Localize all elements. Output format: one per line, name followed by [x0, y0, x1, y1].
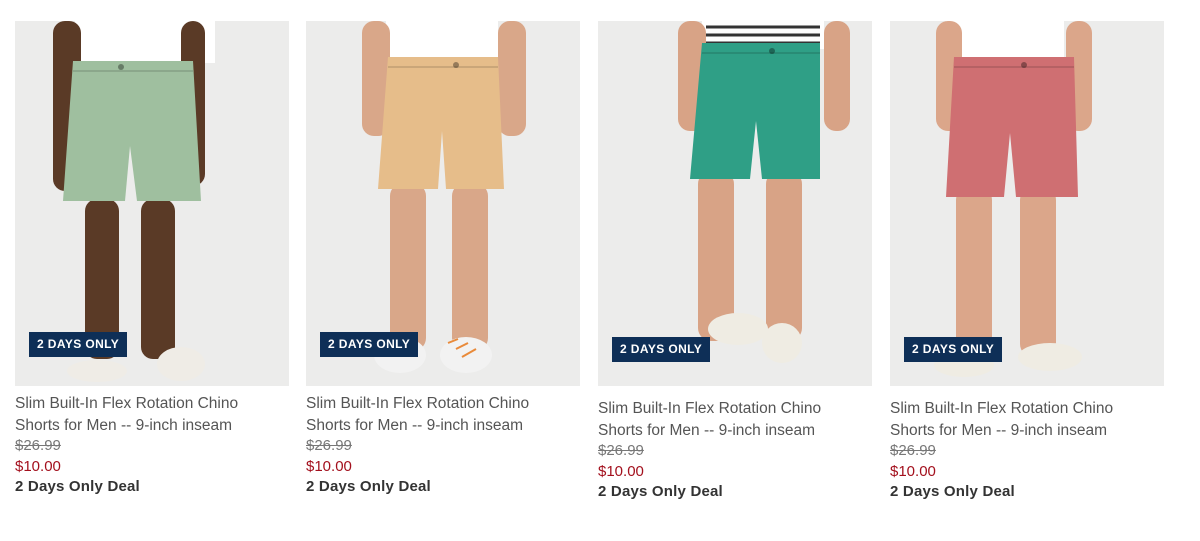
original-price: $26.99 — [598, 442, 644, 459]
sale-price: $10.00 — [598, 463, 644, 480]
product-title[interactable]: Slim Built-In Flex Rotation Chino Shorts… — [598, 398, 866, 441]
product-title[interactable]: Slim Built-In Flex Rotation Chino Shorts… — [890, 398, 1158, 441]
sale-price: $10.00 — [306, 458, 352, 475]
deal-label: 2 Days Only Deal — [15, 478, 140, 495]
product-image[interactable]: 2 DAYS ONLY — [890, 21, 1164, 386]
product-image[interactable]: 2 DAYS ONLY — [15, 21, 289, 386]
product-image[interactable]: 2 DAYS ONLY — [306, 21, 580, 386]
deal-label: 2 Days Only Deal — [890, 483, 1015, 500]
deal-label: 2 Days Only Deal — [598, 483, 723, 500]
product-title[interactable]: Slim Built-In Flex Rotation Chino Shorts… — [15, 393, 283, 436]
two-days-only-badge: 2 DAYS ONLY — [612, 337, 711, 362]
original-price: $26.99 — [15, 437, 61, 454]
sale-price: $10.00 — [890, 463, 936, 480]
two-days-only-badge: 2 DAYS ONLY — [904, 337, 1003, 362]
deal-label: 2 Days Only Deal — [306, 478, 431, 495]
two-days-only-badge: 2 DAYS ONLY — [29, 332, 128, 357]
original-price: $26.99 — [890, 442, 936, 459]
two-days-only-badge: 2 DAYS ONLY — [320, 332, 419, 357]
product-image[interactable]: 2 DAYS ONLY — [598, 21, 872, 386]
original-price: $26.99 — [306, 437, 352, 454]
sale-price: $10.00 — [15, 458, 61, 475]
product-title[interactable]: Slim Built-In Flex Rotation Chino Shorts… — [306, 393, 574, 436]
